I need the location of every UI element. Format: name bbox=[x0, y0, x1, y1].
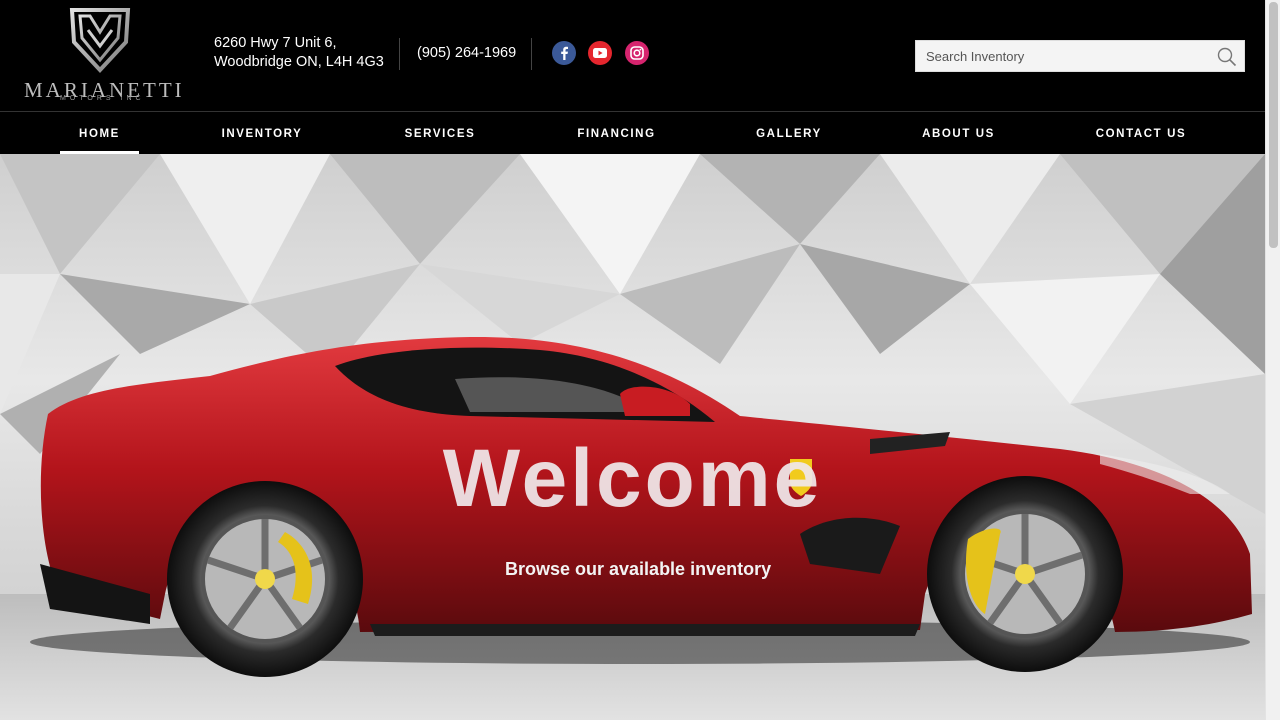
nav-inventory[interactable]: INVENTORY bbox=[210, 113, 314, 154]
instagram-icon bbox=[630, 46, 644, 60]
divider bbox=[399, 38, 400, 70]
youtube-link[interactable] bbox=[588, 41, 612, 65]
nav-about-us[interactable]: ABOUT US bbox=[910, 113, 1007, 154]
instagram-link[interactable] bbox=[625, 41, 649, 65]
scrollbar-thumb[interactable] bbox=[1269, 2, 1278, 248]
browse-inventory-link[interactable]: Browse our available inventory bbox=[505, 559, 771, 580]
address-line-1: 6260 Hwy 7 Unit 6, bbox=[214, 35, 337, 51]
search-input[interactable] bbox=[916, 41, 1206, 71]
page-scrollbar[interactable] bbox=[1265, 0, 1280, 720]
site-header: MARIANETTI MOTORS INC 6260 Hwy 7 Unit 6,… bbox=[0, 0, 1265, 112]
search-icon[interactable] bbox=[1216, 46, 1238, 68]
youtube-icon bbox=[593, 48, 607, 58]
divider bbox=[531, 38, 532, 70]
address-line-2: Woodbridge ON, L4H 4G3 bbox=[214, 54, 384, 70]
search-box bbox=[915, 40, 1245, 72]
hero-title: Welcome bbox=[442, 433, 823, 524]
brand-tagline: MOTORS INC bbox=[60, 95, 145, 102]
facebook-link[interactable] bbox=[552, 41, 576, 65]
nav-financing[interactable]: FINANCING bbox=[566, 113, 667, 154]
nav-contact-us[interactable]: CONTACT US bbox=[1085, 113, 1197, 154]
phone-link[interactable]: (905) 264-1969 bbox=[417, 45, 516, 61]
nav-gallery[interactable]: GALLERY bbox=[746, 113, 832, 154]
hero-banner: Welcome Browse our available inventory bbox=[0, 154, 1265, 720]
dealer-address: 6260 Hwy 7 Unit 6, Woodbridge ON, L4H 4G… bbox=[214, 34, 384, 72]
main-nav: HOME INVENTORY SERVICES FINANCING GALLER… bbox=[0, 113, 1265, 154]
nav-home[interactable]: HOME bbox=[60, 113, 139, 154]
facebook-icon bbox=[561, 46, 568, 60]
nav-services[interactable]: SERVICES bbox=[392, 113, 488, 154]
